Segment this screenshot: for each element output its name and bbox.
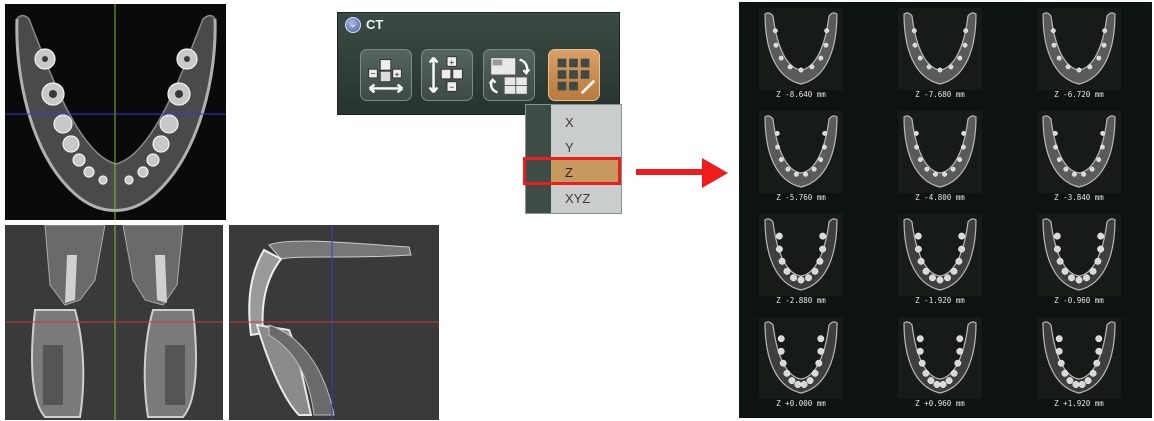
- slice-thumbnail[interactable]: Z -2.880 mm: [749, 209, 853, 310]
- coronal-slice-image: [5, 225, 223, 420]
- slice-thumbnail[interactable]: Z -7.680 mm: [888, 3, 992, 104]
- slice-image: [1037, 317, 1121, 399]
- slice-image: [1037, 8, 1121, 90]
- slice-thumbnail[interactable]: Z -4.800 mm: [888, 106, 992, 207]
- slice-image: [898, 214, 982, 296]
- slice-label: Z -0.960 mm: [1054, 296, 1104, 305]
- horizontal-spacing-tool[interactable]: − +: [360, 49, 412, 101]
- rotate-layout-tool[interactable]: [483, 49, 535, 101]
- slice-image: [898, 111, 982, 193]
- slice-label: Z -8.640 mm: [776, 90, 826, 99]
- slice-thumbnail[interactable]: Z -1.920 mm: [888, 209, 992, 310]
- slice-thumbnail[interactable]: Z -5.760 mm: [749, 106, 853, 207]
- svg-text:−: −: [449, 82, 454, 92]
- slice-image: [898, 8, 982, 90]
- slice-image: [759, 214, 843, 296]
- slice-label: Z +1.920 mm: [1054, 399, 1104, 408]
- axial-slice-image: [5, 4, 226, 220]
- slice-image: [759, 111, 843, 193]
- z-slice-grid: Z -8.640 mm Z -7.680 mm Z -6.720 mm Z -5…: [739, 2, 1152, 418]
- coronal-view[interactable]: [5, 225, 223, 420]
- menu-item-x[interactable]: X: [551, 110, 621, 135]
- slice-thumbnail[interactable]: Z +0.960 mm: [888, 312, 992, 413]
- highlight-box: [523, 157, 621, 185]
- vertical-spacing-tool[interactable]: + −: [421, 49, 473, 101]
- slice-label: Z -4.800 mm: [915, 193, 965, 202]
- svg-text:−: −: [370, 68, 375, 78]
- slice-image: [1037, 111, 1121, 193]
- slice-image: [898, 317, 982, 399]
- slice-image: [759, 8, 843, 90]
- sagittal-view[interactable]: [229, 225, 439, 420]
- slice-label: Z -7.680 mm: [915, 90, 965, 99]
- chevron-down-icon[interactable]: ⌄: [345, 17, 361, 33]
- slice-label: Z +0.960 mm: [915, 399, 965, 408]
- horizontal-spacing-icon: − +: [368, 59, 404, 94]
- svg-text:+: +: [449, 57, 454, 67]
- panel-title: CT: [366, 17, 384, 32]
- slice-label: Z -6.720 mm: [1054, 90, 1104, 99]
- slice-thumbnail[interactable]: Z -6.720 mm: [1027, 3, 1131, 104]
- slice-label: Z -2.880 mm: [776, 296, 826, 305]
- slice-thumbnail[interactable]: Z -0.960 mm: [1027, 209, 1131, 310]
- slice-thumbnail[interactable]: Z +1.920 mm: [1027, 312, 1131, 413]
- slice-label: Z -3.840 mm: [1054, 193, 1104, 202]
- grid-layout-tool[interactable]: [548, 49, 600, 101]
- vertical-spacing-icon: + −: [428, 56, 463, 94]
- slice-thumbnail[interactable]: Z -3.840 mm: [1027, 106, 1131, 207]
- slice-image: [759, 317, 843, 399]
- slice-thumbnail[interactable]: Z +0.000 mm: [749, 312, 853, 413]
- slice-label: Z -5.760 mm: [776, 193, 826, 202]
- slice-image: [1037, 214, 1121, 296]
- red-arrow-icon: [636, 158, 728, 188]
- ct-panel-titlebar: ⌄ CT: [338, 13, 619, 37]
- svg-text:+: +: [395, 69, 400, 79]
- ct-panel: ⌄ CT − + + −: [337, 12, 620, 115]
- slice-label: Z -1.920 mm: [915, 296, 965, 305]
- slice-thumbnail[interactable]: Z -8.640 mm: [749, 3, 853, 104]
- grid-layout-icon: [557, 58, 596, 95]
- sagittal-slice-image: [229, 225, 439, 420]
- slice-label: Z +0.000 mm: [776, 399, 826, 408]
- menu-item-xyz[interactable]: XYZ: [551, 186, 621, 211]
- rotate-layout-icon: [488, 57, 531, 95]
- axial-view[interactable]: [5, 4, 226, 220]
